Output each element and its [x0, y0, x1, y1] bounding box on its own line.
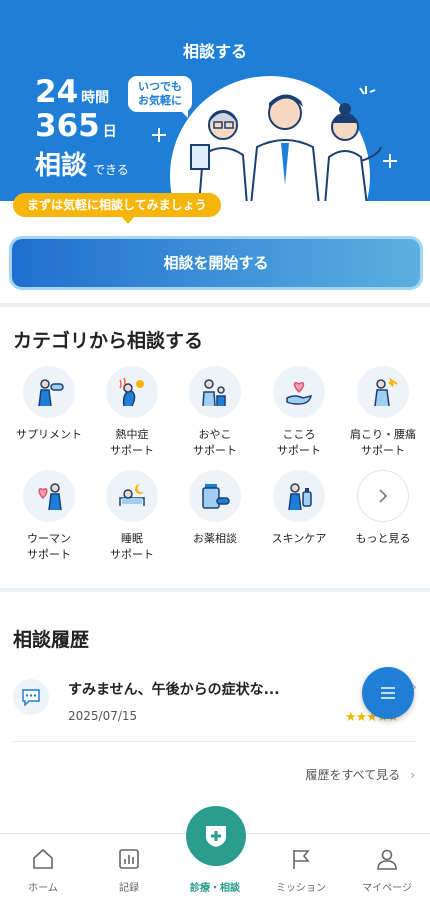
- hero-stat-hours: 24 時間: [35, 74, 110, 110]
- history-item-date: 2025/07/15: [68, 709, 138, 723]
- category-woman[interactable]: ウーマン サポート: [7, 470, 91, 563]
- hero-banner: 相談する 24 時間 365 日 相談 できる いつでも お気軽に: [0, 0, 430, 201]
- sparkle-icon: [152, 128, 166, 142]
- history-title: 相談履歴: [13, 629, 90, 651]
- hero-speech-bubble: いつでも お気軽に: [128, 76, 192, 118]
- heart-hand-icon: [273, 366, 325, 418]
- nav-mission[interactable]: ミッション: [258, 834, 344, 898]
- flag-icon: [293, 850, 310, 869]
- sleep-icon: [106, 470, 158, 522]
- consult-center-button[interactable]: [186, 806, 246, 866]
- divider: [13, 741, 417, 742]
- heatstroke-icon: [106, 366, 158, 418]
- chat-bubble-icon: [13, 679, 49, 715]
- sparkle-icon: [383, 154, 397, 168]
- menu-fab-button[interactable]: [362, 667, 414, 719]
- nav-records[interactable]: 記録: [86, 834, 172, 898]
- home-icon: [33, 848, 53, 869]
- history-item-text: すみません、午後からの症状な...: [68, 682, 280, 698]
- history-item[interactable]: すみません、午後からの症状な... 2025/07/15 ›: [13, 669, 417, 739]
- sparkle-lines-icon: [359, 86, 376, 95]
- menu-icon: [381, 687, 395, 699]
- chart-icon: [119, 849, 139, 869]
- back-pain-icon: [357, 366, 409, 418]
- see-all-history-link[interactable]: 履歴をすべて見る ›: [306, 766, 416, 783]
- hero-stat-days: 365 日: [35, 108, 117, 144]
- user-icon: [377, 849, 397, 870]
- medicine-icon: [189, 470, 241, 522]
- section-divider: [0, 303, 430, 307]
- category-supplement[interactable]: サプリメント: [7, 366, 91, 443]
- medical-cross-icon: [206, 826, 226, 847]
- skincare-icon: [273, 470, 325, 522]
- category-heatstroke[interactable]: 熱中症 サポート: [90, 366, 174, 459]
- category-more[interactable]: もっと見る: [341, 470, 425, 547]
- start-consult-button[interactable]: 相談を開始する: [12, 239, 420, 287]
- category-skincare[interactable]: スキンケア: [257, 470, 341, 547]
- hero-callout: まずは気軽に相談してみましょう: [13, 193, 221, 224]
- category-parent-child[interactable]: おやこ サポート: [173, 366, 257, 459]
- doctors-illustration: [190, 94, 382, 201]
- parent-child-icon: [189, 366, 241, 418]
- section-divider: [0, 588, 430, 592]
- nav-home[interactable]: ホーム: [0, 834, 86, 898]
- chevron-right-icon: [357, 470, 409, 522]
- supplement-icon: [23, 366, 75, 418]
- hero-stat-consult: 相談 できる: [35, 151, 129, 181]
- categories-title: カテゴリから相談する: [13, 330, 204, 352]
- category-medicine[interactable]: お薬相談: [173, 470, 257, 547]
- category-sleep[interactable]: 睡眠 サポート: [90, 470, 174, 563]
- chevron-right-icon: ›: [410, 768, 415, 782]
- category-back-pain[interactable]: 肩こり・腰痛 サポート: [341, 366, 425, 459]
- category-mental[interactable]: こころ サポート: [257, 366, 341, 459]
- page-title: 相談する: [182, 42, 247, 61]
- nav-mypage[interactable]: マイページ: [344, 834, 430, 898]
- woman-icon: [23, 470, 75, 522]
